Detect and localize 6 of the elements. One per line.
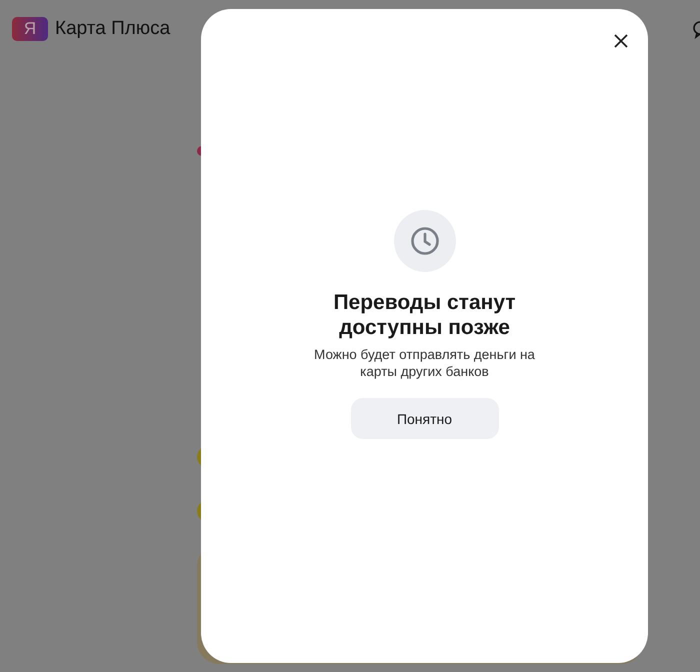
dialog-message: Можно будет отправлять деньги на карты других банков — [313, 346, 536, 380]
ok-button[interactable]: Понятно — [350, 398, 498, 439]
close-button[interactable] — [613, 33, 629, 49]
dialog-title: Переводы станут доступны позже — [332, 290, 517, 340]
logo-icon[interactable]: Я — [12, 17, 48, 41]
app-title: Карта Плюса — [55, 18, 170, 40]
